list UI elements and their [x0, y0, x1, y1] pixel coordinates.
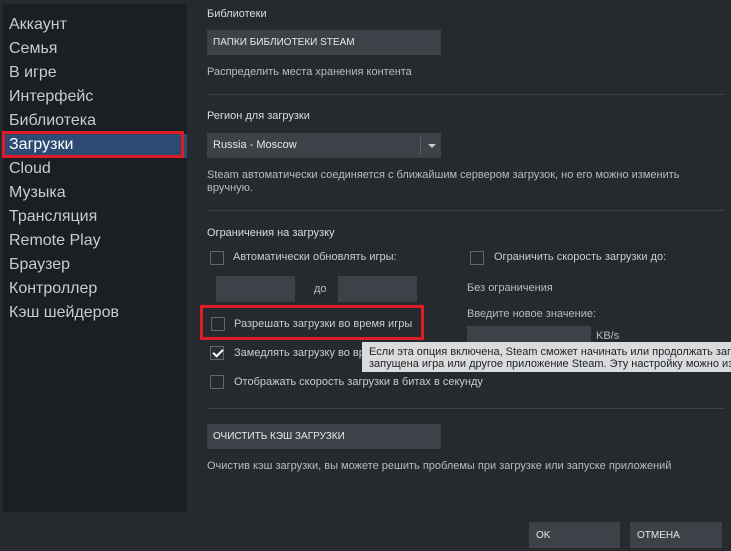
sidebar-item-account[interactable]: Аккаунт — [9, 16, 67, 34]
dropdown-separator — [420, 137, 421, 154]
sidebar-item-in-game[interactable]: В игре — [9, 64, 57, 82]
cache-description: Очистив кэш загрузки, вы можете решить п… — [207, 460, 672, 472]
region-section-title: Регион для загрузки — [207, 110, 310, 122]
library-section-title: Библиотеки — [207, 8, 267, 20]
divider — [207, 210, 725, 211]
sidebar-item-controller[interactable]: Контроллер — [9, 280, 97, 298]
auto-update-checkbox[interactable] — [210, 251, 224, 265]
show-bits-checkbox[interactable] — [210, 375, 224, 389]
restrictions-section-title: Ограничения на загрузку — [207, 227, 335, 239]
sidebar-item-music[interactable]: Музыка — [9, 184, 66, 202]
allow-during-game-checkbox[interactable] — [211, 317, 225, 331]
sidebar-item-library[interactable]: Библиотека — [9, 112, 96, 130]
limit-speed-label: Ограничить скорость загрузки до: — [494, 251, 667, 263]
sidebar-item-cloud[interactable]: Cloud — [9, 160, 51, 178]
tooltip-line1: Если эта опция включена, Steam сможет на… — [369, 346, 731, 358]
option-tooltip: Если эта опция включена, Steam сможет на… — [362, 342, 731, 372]
region-description-line1: Steam автоматически соединяется с ближай… — [207, 169, 680, 181]
clear-download-cache-button[interactable]: ОЧИСТИТЬ КЭШ ЗАГРУЗКИ — [207, 424, 441, 449]
chevron-down-icon — [428, 144, 436, 148]
no-limit-text: Без ограничения — [467, 282, 553, 294]
sidebar-item-label: Загрузки — [9, 136, 74, 153]
sidebar-item-browser[interactable]: Браузер — [9, 256, 70, 274]
throttle-label: Замедлять загрузку во вр — [234, 347, 365, 359]
sidebar-item-family[interactable]: Семья — [9, 40, 57, 58]
sidebar-item-downloads[interactable]: Загрузки — [3, 134, 187, 158]
region-dropdown[interactable]: Russia - Moscow — [207, 133, 441, 158]
sidebar-item-broadcast[interactable]: Трансляция — [9, 208, 97, 226]
limit-speed-checkbox[interactable] — [470, 251, 484, 265]
tooltip-line2: запущена игра или другое приложение Stea… — [369, 358, 731, 370]
auto-update-end-time-field[interactable] — [338, 276, 417, 302]
ok-button[interactable]: OK — [529, 522, 620, 548]
library-folders-button[interactable]: ПАПКИ БИБЛИОТЕКИ STEAM — [207, 30, 441, 55]
sidebar-item-shader-cache[interactable]: Кэш шейдеров — [9, 304, 119, 322]
show-bits-label: Отображать скорость загрузки в битах в с… — [234, 376, 483, 388]
speed-unit-label: KB/s — [596, 330, 620, 342]
cancel-button[interactable]: ОТМЕНА — [630, 522, 722, 548]
settings-sidebar: Аккаунт Семья В игре Интерфейс Библиотек… — [3, 4, 187, 512]
region-selected-value: Russia - Moscow — [213, 139, 297, 151]
region-description-line2: вручную. — [207, 182, 253, 194]
time-range-separator-label: до — [314, 283, 327, 295]
sidebar-item-remote-play[interactable]: Remote Play — [9, 232, 101, 250]
allow-during-game-label: Разрешать загрузки во время игры — [234, 318, 413, 330]
auto-update-label: Автоматически обновлять игры: — [233, 251, 397, 263]
divider — [207, 408, 725, 409]
library-description: Распределить места хранения контента — [207, 66, 412, 78]
auto-update-start-time-field[interactable] — [216, 276, 295, 302]
sidebar-item-interface[interactable]: Интерфейс — [9, 88, 93, 106]
enter-value-label: Введите новое значение: — [467, 308, 597, 320]
divider — [207, 94, 725, 95]
throttle-checkbox[interactable] — [210, 346, 224, 360]
